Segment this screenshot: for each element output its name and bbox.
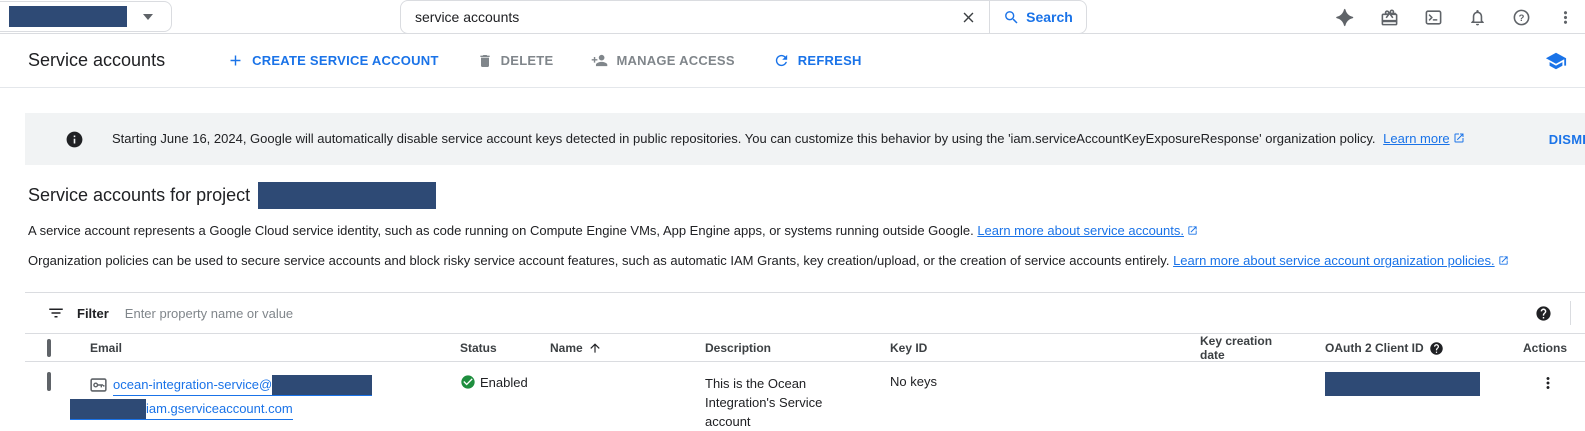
- divider: [1570, 301, 1571, 325]
- dismiss-button[interactable]: DISMISS: [1549, 132, 1585, 147]
- filter-input[interactable]: [125, 306, 1535, 321]
- gemini-spark-icon[interactable]: [1335, 7, 1355, 27]
- description-cell: This is the Ocean Integration's Service …: [680, 362, 865, 431]
- info-icon: [65, 130, 84, 149]
- external-link-icon: [1498, 254, 1509, 269]
- key-id-cell: No keys: [865, 362, 1175, 399]
- delete-button[interactable]: DELETE: [477, 53, 554, 69]
- column-header-description[interactable]: Description: [680, 341, 865, 355]
- notifications-icon[interactable]: [1467, 7, 1487, 27]
- search-input[interactable]: [415, 9, 957, 25]
- refresh-icon: [773, 52, 790, 69]
- plus-icon: [227, 52, 244, 69]
- row-checkbox[interactable]: [47, 372, 51, 391]
- column-header-key-creation-date[interactable]: Key creation date: [1175, 334, 1300, 362]
- column-header-status[interactable]: Status: [435, 341, 525, 355]
- oauth2-client-id-cell: [1300, 362, 1485, 409]
- learn-more-service-accounts-link[interactable]: Learn more about service accounts.: [977, 223, 1184, 238]
- email-cell: ocean-integration-service@ iam.gservicea…: [65, 362, 435, 430]
- filter-bar: Filter: [25, 293, 1585, 333]
- refresh-button[interactable]: REFRESH: [773, 52, 862, 69]
- person-add-icon: [591, 52, 608, 69]
- status-enabled-icon: [460, 374, 476, 390]
- project-selector[interactable]: [0, 1, 172, 32]
- email-project-redaction: [70, 399, 146, 419]
- learn-more-org-policies-link[interactable]: Learn more about service account organiz…: [1173, 253, 1495, 268]
- chevron-down-icon: [143, 14, 153, 20]
- create-service-account-button[interactable]: CREATE SERVICE ACCOUNT: [227, 52, 439, 69]
- external-link-icon: [1453, 132, 1465, 147]
- email-project-redaction: [272, 375, 372, 395]
- svg-text:?: ?: [1518, 13, 1524, 24]
- table-row: ocean-integration-service@ iam.gservicea…: [25, 362, 1585, 431]
- external-link-icon: [1187, 224, 1198, 239]
- search-input-box[interactable]: [400, 0, 990, 34]
- trash-icon: [477, 53, 493, 69]
- intro-paragraph-2: Organization policies can be used to sec…: [28, 253, 1585, 269]
- manage-access-button[interactable]: MANAGE ACCESS: [591, 52, 734, 69]
- table-header-row: Email Status Name Description Key ID Key…: [25, 333, 1585, 362]
- row-actions-button[interactable]: [1485, 362, 1585, 402]
- project-name-redaction: [9, 6, 127, 27]
- oauth2-client-id-redaction: [1325, 372, 1480, 396]
- sort-arrow-up-icon: [588, 341, 602, 355]
- section-heading: Service accounts for project: [28, 182, 1585, 209]
- filter-label: Filter: [77, 306, 109, 321]
- key-creation-date-cell: [1175, 362, 1300, 384]
- intro-paragraph-1: A service account represents a Google Cl…: [28, 223, 1585, 239]
- name-cell: [525, 362, 680, 384]
- learn-more-link[interactable]: Learn more: [1383, 131, 1449, 146]
- status-label: Enabled: [480, 375, 528, 390]
- top-bar: Search ?: [0, 0, 1585, 34]
- service-account-email-link[interactable]: iam.gserviceaccount.com: [70, 398, 293, 420]
- topbar-icons: ?: [1335, 0, 1575, 34]
- intro-section: Service accounts for project A service a…: [0, 182, 1585, 269]
- gift-icon[interactable]: [1379, 7, 1399, 27]
- clear-search-icon[interactable]: [957, 6, 979, 28]
- banner-message: Starting June 16, 2024, Google will auto…: [112, 131, 1465, 147]
- more-vert-icon: [1539, 374, 1557, 392]
- service-account-email-link[interactable]: ocean-integration-service@: [113, 374, 372, 396]
- column-header-key-id[interactable]: Key ID: [865, 341, 1175, 355]
- status-cell: Enabled: [435, 362, 525, 400]
- project-name-redaction: [258, 182, 436, 209]
- search-icon: [1003, 9, 1020, 26]
- cloud-shell-icon[interactable]: [1423, 7, 1443, 27]
- global-search: Search: [400, 0, 1087, 34]
- filter-list-icon: [47, 304, 65, 322]
- more-vert-icon[interactable]: [1555, 7, 1575, 27]
- service-account-icon: [90, 378, 107, 392]
- filter-help-icon[interactable]: [1535, 305, 1552, 322]
- page-toolbar: Service accounts CREATE SERVICE ACCOUNT …: [0, 34, 1585, 88]
- column-header-actions: Actions: [1485, 341, 1585, 355]
- oauth-help-icon[interactable]: [1429, 341, 1444, 356]
- select-all-checkbox[interactable]: [47, 339, 51, 357]
- info-banner: Starting June 16, 2024, Google will auto…: [25, 113, 1585, 165]
- learn-graduation-cap-icon[interactable]: [1545, 50, 1567, 72]
- service-accounts-table: Filter Email Status Name Description Key…: [25, 292, 1585, 431]
- column-header-oauth2-client-id[interactable]: OAuth 2 Client ID: [1300, 341, 1485, 356]
- help-icon[interactable]: ?: [1511, 7, 1531, 27]
- column-header-email[interactable]: Email: [65, 341, 435, 355]
- search-button[interactable]: Search: [989, 0, 1087, 34]
- search-button-label: Search: [1026, 9, 1073, 25]
- column-header-name[interactable]: Name: [525, 341, 680, 355]
- page-title: Service accounts: [28, 50, 165, 71]
